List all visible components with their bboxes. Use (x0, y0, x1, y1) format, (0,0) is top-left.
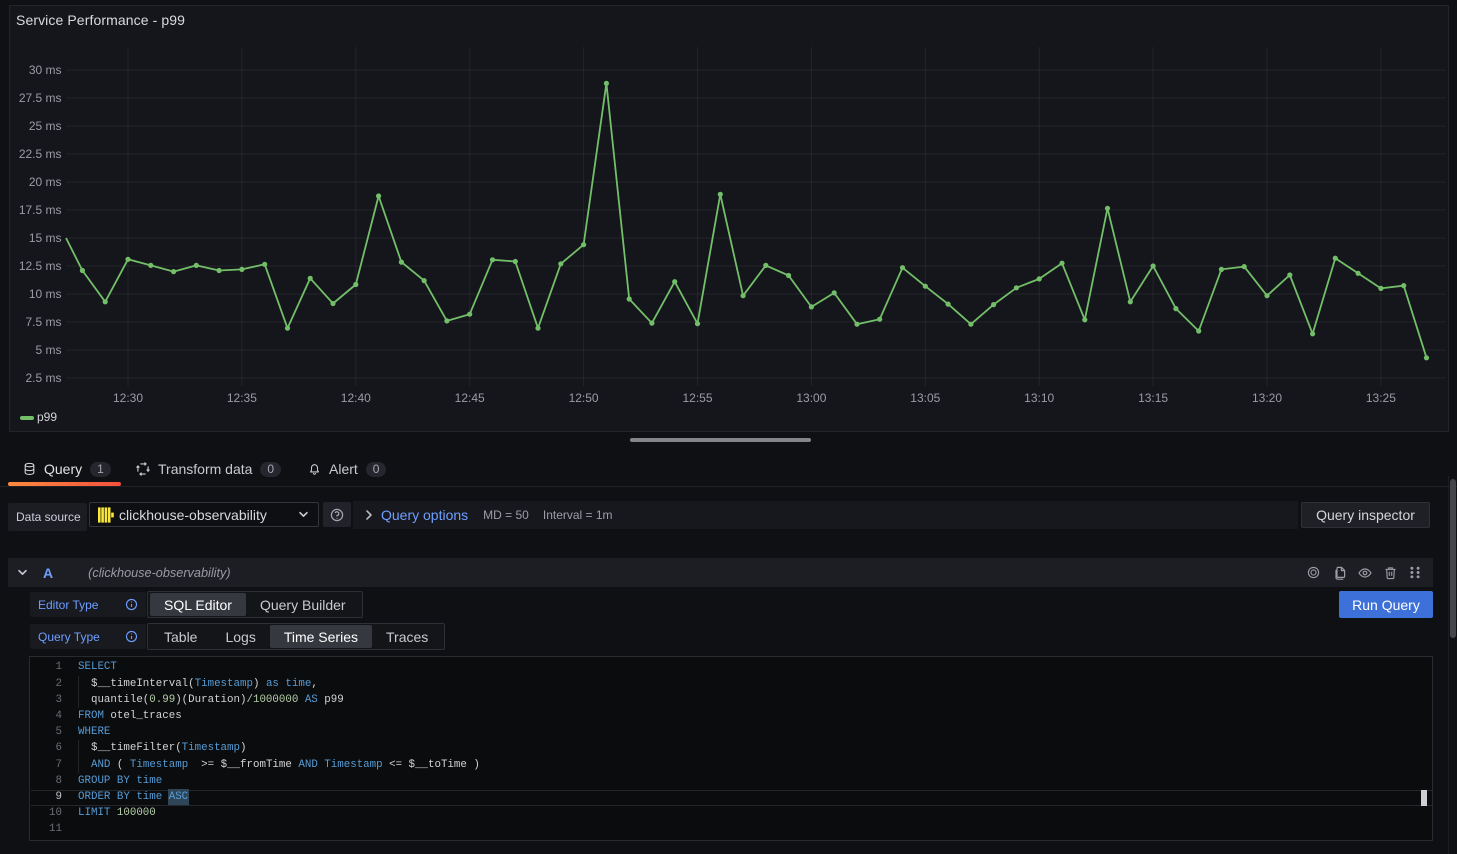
svg-text:13:25: 13:25 (1366, 391, 1396, 405)
svg-text:10 ms: 10 ms (29, 287, 62, 301)
svg-text:13:05: 13:05 (910, 391, 940, 405)
svg-text:12:45: 12:45 (455, 391, 485, 405)
svg-text:15 ms: 15 ms (29, 231, 62, 245)
svg-text:12:50: 12:50 (569, 391, 599, 405)
svg-text:5 ms: 5 ms (35, 343, 61, 357)
svg-text:12:30: 12:30 (113, 391, 143, 405)
svg-text:13:20: 13:20 (1252, 391, 1282, 405)
svg-text:13:00: 13:00 (796, 391, 826, 405)
svg-text:12.5 ms: 12.5 ms (19, 259, 62, 273)
svg-text:27.5 ms: 27.5 ms (19, 91, 62, 105)
svg-text:12:55: 12:55 (682, 391, 712, 405)
svg-text:25 ms: 25 ms (29, 119, 62, 133)
svg-text:12:35: 12:35 (227, 391, 257, 405)
svg-text:13:10: 13:10 (1024, 391, 1054, 405)
svg-text:2.5 ms: 2.5 ms (25, 371, 61, 385)
svg-text:20 ms: 20 ms (29, 175, 62, 189)
svg-text:7.5 ms: 7.5 ms (25, 315, 61, 329)
svg-text:12:40: 12:40 (341, 391, 371, 405)
svg-text:22.5 ms: 22.5 ms (19, 147, 62, 161)
svg-text:30 ms: 30 ms (29, 63, 62, 77)
svg-text:13:15: 13:15 (1138, 391, 1168, 405)
svg-text:17.5 ms: 17.5 ms (19, 203, 62, 217)
